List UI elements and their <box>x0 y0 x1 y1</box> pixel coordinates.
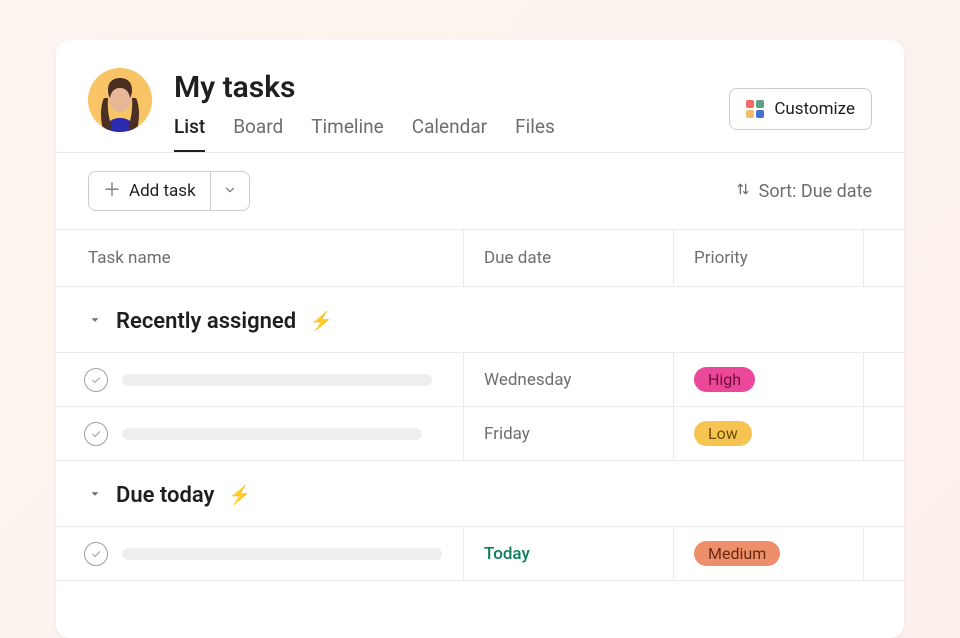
add-task-button[interactable]: ＋ Add task <box>89 172 210 210</box>
tab-files[interactable]: Files <box>515 115 555 152</box>
tab-timeline[interactable]: Timeline <box>311 115 384 152</box>
complete-checkbox[interactable] <box>84 368 108 392</box>
task-name-placeholder <box>122 428 422 440</box>
toolbar: ＋ Add task Sort: Due date <box>56 153 904 229</box>
cell-priority[interactable]: Medium <box>674 527 864 580</box>
app-window: My tasks List Board Timeline Calendar Fi… <box>56 40 904 638</box>
col-task-name[interactable]: Task name <box>56 230 464 286</box>
col-due-date[interactable]: Due date <box>464 230 674 286</box>
cell-extra[interactable] <box>864 407 904 460</box>
chevron-down-icon <box>223 182 237 201</box>
table-row[interactable]: Today Medium <box>56 526 904 581</box>
customize-button[interactable]: Customize <box>729 88 872 130</box>
task-name-placeholder <box>122 374 432 386</box>
cell-task-name[interactable] <box>56 527 464 580</box>
plus-icon: ＋ <box>103 182 121 200</box>
caret-down-icon <box>88 312 102 331</box>
header-left: My tasks List Board Timeline Calendar Fi… <box>88 68 555 152</box>
page-title: My tasks <box>174 70 555 105</box>
table-row[interactable]: Wednesday High <box>56 352 904 406</box>
tab-board[interactable]: Board <box>233 115 283 152</box>
table-header: Task name Due date Priority <box>56 229 904 287</box>
sort-icon <box>735 181 751 202</box>
tab-calendar[interactable]: Calendar <box>412 115 487 152</box>
title-wrap: My tasks List Board Timeline Calendar Fi… <box>174 68 555 152</box>
bolt-icon: ⚡ <box>228 485 250 506</box>
tabs: List Board Timeline Calendar Files <box>174 115 555 152</box>
cell-task-name[interactable] <box>56 353 464 406</box>
caret-down-icon <box>88 486 102 505</box>
complete-checkbox[interactable] <box>84 542 108 566</box>
add-task-label: Add task <box>129 181 196 201</box>
priority-pill[interactable]: Low <box>694 421 752 446</box>
table-row[interactable]: Friday Low <box>56 406 904 461</box>
avatar[interactable] <box>88 68 152 132</box>
header: My tasks List Board Timeline Calendar Fi… <box>56 40 904 152</box>
section-title: Due today <box>116 483 214 508</box>
add-task-dropdown[interactable] <box>210 172 249 210</box>
cell-priority[interactable]: High <box>674 353 864 406</box>
col-extra[interactable] <box>864 230 904 286</box>
cell-due-date[interactable]: Today <box>464 527 674 580</box>
sort-label: Sort: Due date <box>759 181 872 202</box>
cell-due-date[interactable]: Friday <box>464 407 674 460</box>
task-name-placeholder <box>122 548 442 560</box>
tab-list[interactable]: List <box>174 115 205 152</box>
customize-icon <box>746 100 764 118</box>
complete-checkbox[interactable] <box>84 422 108 446</box>
section-header[interactable]: Recently assigned ⚡ <box>56 287 904 352</box>
customize-label: Customize <box>774 99 855 119</box>
cell-extra[interactable] <box>864 527 904 580</box>
task-table: Task name Due date Priority Recently ass… <box>56 229 904 581</box>
cell-due-date[interactable]: Wednesday <box>464 353 674 406</box>
sort-button[interactable]: Sort: Due date <box>735 181 872 202</box>
priority-pill[interactable]: High <box>694 367 755 392</box>
add-task-group: ＋ Add task <box>88 171 250 211</box>
cell-priority[interactable]: Low <box>674 407 864 460</box>
cell-task-name[interactable] <box>56 407 464 460</box>
col-priority[interactable]: Priority <box>674 230 864 286</box>
section-header[interactable]: Due today ⚡ <box>56 461 904 526</box>
cell-extra[interactable] <box>864 353 904 406</box>
priority-pill[interactable]: Medium <box>694 541 780 566</box>
section-title: Recently assigned <box>116 309 296 334</box>
bolt-icon: ⚡ <box>310 311 332 332</box>
